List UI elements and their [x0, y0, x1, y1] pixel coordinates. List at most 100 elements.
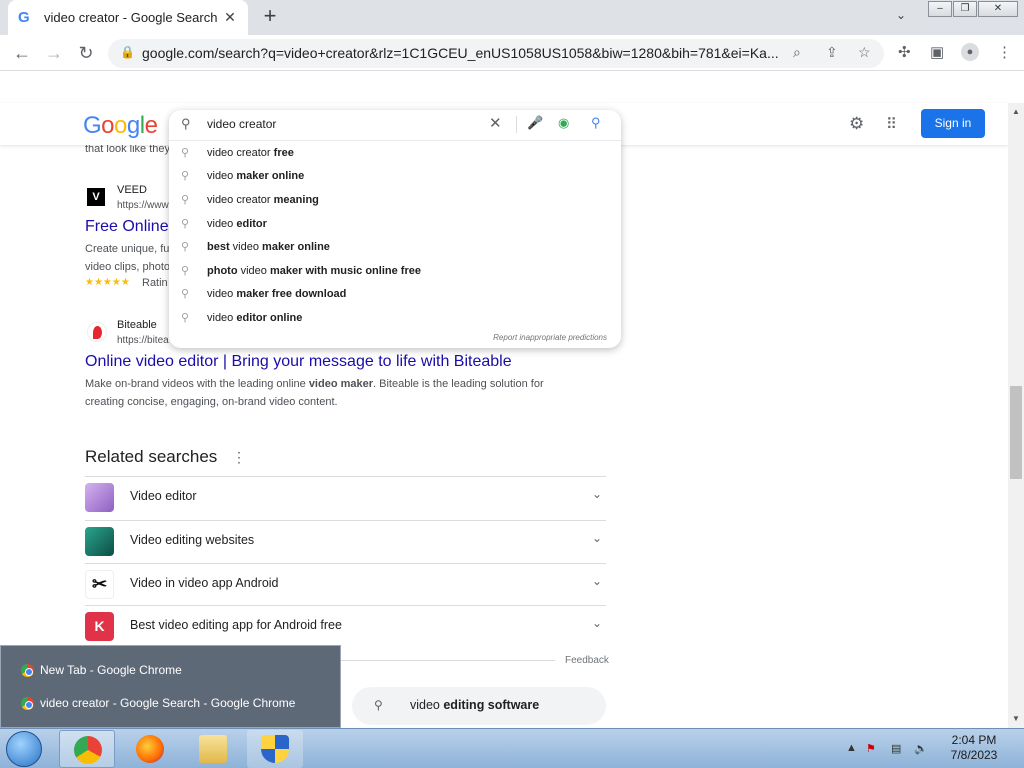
- search-icon: ⚲: [181, 147, 190, 159]
- suggestion-item[interactable]: ⚲ best video maker online: [169, 236, 621, 259]
- search-input[interactable]: video creator: [207, 117, 276, 131]
- capcut-thumb-icon: ✂: [85, 570, 114, 599]
- suggestion-plain: video: [207, 312, 237, 324]
- share-icon[interactable]: ⇪: [826, 44, 838, 61]
- settings-gear-icon[interactable]: ⚙: [849, 114, 864, 134]
- scroll-down-arrow-icon[interactable]: ▼: [1012, 714, 1020, 723]
- search-submit-icon[interactable]: ⚲: [591, 115, 601, 131]
- network-icon[interactable]: ▤: [891, 742, 901, 755]
- taskbar-security[interactable]: [247, 730, 303, 768]
- suggestion-text: best video maker online: [207, 236, 330, 259]
- suggestion-item[interactable]: ⚲ video maker online: [169, 165, 621, 188]
- suggestion-bold: editor online: [236, 312, 303, 324]
- veed-favicon: V: [87, 188, 105, 206]
- window-title: New Tab - Google Chrome: [40, 663, 182, 677]
- suggestion-item[interactable]: ⚲ video editor: [169, 213, 621, 236]
- bookmark-star-icon[interactable]: ☆: [858, 44, 871, 61]
- suggestion-item[interactable]: ⚲ video editor online: [169, 307, 621, 330]
- related-thumb-icon: [85, 483, 114, 512]
- search-icon: ⚲: [181, 170, 190, 182]
- feedback-link[interactable]: Feedback: [565, 655, 609, 666]
- taskbar-chrome[interactable]: [59, 730, 115, 768]
- restore-button[interactable]: ❐: [953, 1, 977, 17]
- suggestion-bold: meaning: [273, 194, 319, 206]
- search-icon: ⚲: [181, 288, 190, 300]
- biteable-snippet-1: Make on-brand videos with the leading on…: [85, 375, 544, 393]
- veed-snippet-2: video clips, photo: [85, 261, 170, 273]
- tab-search-chevron-icon[interactable]: ⌄: [896, 8, 906, 22]
- zoom-icon[interactable]: ⌕: [793, 44, 801, 61]
- window-item[interactable]: New Tab - Google Chrome: [21, 658, 182, 682]
- biteable-result-title[interactable]: Online video editor | Bring your message…: [85, 353, 512, 371]
- sign-in-button[interactable]: Sign in: [921, 109, 985, 138]
- suggestion-bold: best: [207, 241, 230, 253]
- browser-toolbar: ← → ↻ 🔒 google.com/search?q=video+creato…: [0, 35, 1024, 71]
- veed-site-name: VEED: [117, 184, 147, 196]
- suggestion-text: video maker free download: [207, 283, 346, 306]
- microphone-icon[interactable]: 🎤: [527, 115, 543, 131]
- start-button[interactable]: [6, 731, 42, 767]
- apps-grid-icon[interactable]: ⠿: [886, 115, 897, 133]
- volume-icon[interactable]: 🔈: [914, 742, 928, 755]
- suggestion-item[interactable]: ⚲ video creator meaning: [169, 189, 621, 212]
- back-icon[interactable]: ←: [10, 41, 34, 65]
- suggestion-plain: video creator: [207, 194, 274, 206]
- related-item[interactable]: Video editor ⌄: [85, 476, 606, 518]
- chevron-down-icon: ⌄: [591, 574, 602, 588]
- related-pill-label: video editing software: [410, 698, 539, 712]
- scroll-up-arrow-icon[interactable]: ▲: [1012, 107, 1020, 116]
- extensions-icon[interactable]: ✣: [898, 43, 911, 61]
- firefox-icon: [136, 735, 164, 763]
- logo-letter: g: [126, 112, 140, 139]
- side-panel-icon[interactable]: ▣: [930, 43, 944, 61]
- menu-kebab-icon[interactable]: ⋮: [997, 43, 1012, 61]
- suggestion-item[interactable]: ⚲ photo video maker with music online fr…: [169, 260, 621, 283]
- biteable-url[interactable]: https://bitea: [117, 335, 169, 346]
- related-item-label: Best video editing app for Android free: [130, 618, 342, 632]
- lock-icon[interactable]: 🔒: [120, 45, 135, 59]
- forward-icon[interactable]: →: [42, 41, 66, 65]
- new-tab-button[interactable]: +: [258, 5, 282, 29]
- clock-time: 2:04 PM: [951, 733, 997, 747]
- show-hidden-icons-icon[interactable]: ▲: [846, 742, 857, 754]
- taskbar-firefox[interactable]: [122, 730, 178, 768]
- scrollbar-thumb[interactable]: [1010, 386, 1022, 479]
- url-text[interactable]: google.com/search?q=video+creator&rlz=1C…: [142, 45, 782, 61]
- suggestion-item[interactable]: ⚲ video maker free download: [169, 283, 621, 306]
- related-item[interactable]: K Best video editing app for Android fre…: [85, 605, 606, 647]
- related-item[interactable]: Video editing websites ⌄: [85, 520, 606, 562]
- more-options-icon[interactable]: ⋮: [232, 449, 246, 465]
- minimize-button[interactable]: –: [928, 1, 952, 17]
- related-search-pill[interactable]: ⚲ video editing software: [352, 687, 606, 725]
- related-item[interactable]: ✂ Video in video app Android ⌄: [85, 563, 606, 605]
- close-tab-icon[interactable]: ✕: [222, 9, 238, 26]
- profile-avatar-icon[interactable]: ●: [961, 43, 979, 61]
- taskbar-explorer[interactable]: [185, 730, 241, 768]
- report-predictions-link[interactable]: Report inappropriate predictions: [493, 333, 607, 342]
- address-bar[interactable]: 🔒 google.com/search?q=video+creator&rlz=…: [108, 39, 884, 68]
- suggestion-plain: video: [229, 241, 263, 253]
- search-icon: ⚲: [181, 265, 190, 277]
- biteable-snippet-b: . Biteable is the leading solution for: [373, 378, 544, 390]
- suggestion-plain: video: [207, 218, 237, 230]
- logo-letter: e: [144, 112, 158, 139]
- search-box[interactable]: ⚲ video creator ✕ 🎤 ◉ ⚲ ⚲ video creator …: [169, 110, 621, 348]
- window-item[interactable]: video creator - Google Search - Google C…: [21, 691, 295, 715]
- close-window-button[interactable]: ✕: [978, 1, 1018, 17]
- veed-result-title[interactable]: Free Online: [85, 218, 169, 236]
- browser-tab[interactable]: G video creator - Google Search ✕: [8, 0, 248, 35]
- reload-icon[interactable]: ↻: [74, 41, 98, 65]
- pill-plain-text: video: [410, 698, 444, 712]
- suggestion-item[interactable]: ⚲ video creator free: [169, 142, 621, 165]
- system-clock[interactable]: 2:04 PM 7/8/2023: [944, 733, 1004, 763]
- veed-snippet-1: Create unique, fu: [85, 243, 170, 255]
- veed-url[interactable]: https://www: [117, 200, 169, 211]
- taskbar-window-list: New Tab - Google Chrome video creator - …: [0, 645, 341, 728]
- window-title: video creator - Google Search - Google C…: [40, 696, 296, 710]
- suggestion-bold: editor: [236, 218, 267, 230]
- camera-lens-icon[interactable]: ◉: [558, 115, 569, 131]
- google-logo[interactable]: Google: [83, 112, 158, 140]
- clear-icon[interactable]: ✕: [489, 114, 502, 132]
- page-scrollbar[interactable]: ▲ ▼: [1008, 103, 1024, 728]
- action-center-icon[interactable]: ⚑: [866, 742, 876, 755]
